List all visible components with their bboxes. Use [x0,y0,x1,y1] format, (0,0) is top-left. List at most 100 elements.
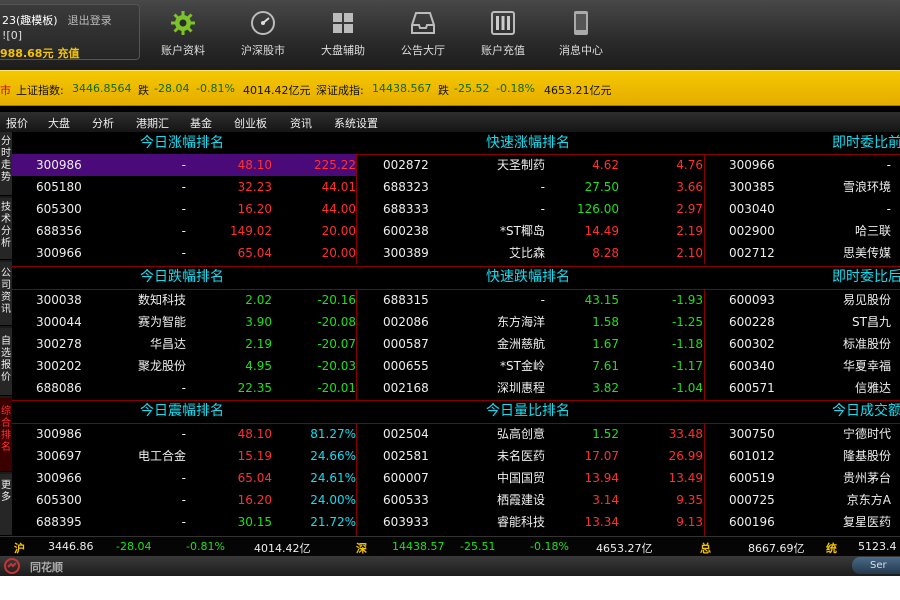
table-row[interactable]: 300986 - 48.10 225.22 [12,154,356,176]
menu-item[interactable]: 创业板 [234,115,267,131]
table-row[interactable]: 600571 信雅达 [705,377,900,399]
stock-code: 600228 [729,315,775,329]
table-row[interactable]: 300966 - [705,154,900,176]
table-row[interactable]: 300044 赛为智能 3.90 -20.08 [12,311,356,333]
table-row[interactable]: 688356 - 149.02 20.00 [12,220,356,242]
menu-item[interactable]: 分析 [92,115,114,131]
stock-code: 600196 [729,515,775,529]
panel-header[interactable]: 今日涨幅排名 [140,132,224,154]
table-row[interactable]: 300038 数知科技 2.02 -20.16 [12,289,356,311]
logout-link[interactable]: 退出登录 [68,14,112,27]
table-row[interactable]: 688395 - 30.15 21.72% [12,511,356,533]
menu-item[interactable]: 资讯 [290,115,312,131]
phone-icon [574,11,588,35]
table-row[interactable]: 605180 - 32.23 44.01 [12,176,356,198]
menu-item[interactable]: 大盘 [48,115,70,131]
table-row[interactable]: 300750 宁德时代 [705,423,900,445]
side-tab[interactable]: 分时走势 [0,132,12,196]
menu-bar: 报价 大盘 分析 港期汇 基金 创业板 资讯 系统设置 [0,112,900,132]
stock-pct: 24.61% [310,471,356,485]
inbox-icon [411,12,435,34]
table-row[interactable]: 002504 弘高创意 1.52 33.48 [357,423,704,445]
side-tab[interactable]: 自选报价 [0,328,12,396]
stock-price: 22.35 [237,381,272,395]
table-row[interactable]: 000725 京东方A [705,489,900,511]
side-tab-active[interactable]: 综合排名 [0,398,12,472]
stock-code: 300966 [36,471,82,485]
table-row[interactable]: 688333 - 126.00 2.97 [357,198,704,220]
nav-messages-button[interactable]: 消息中心 [546,10,616,64]
table-row[interactable]: 300986 - 48.10 81.27% [12,423,356,445]
recharge-link[interactable]: 充值 [57,47,79,60]
stock-code: 300966 [729,158,775,172]
stock-price: 1.67 [592,337,619,351]
panel-header[interactable]: 今日跌幅排名 [140,266,224,288]
status-bar: 沪 3446.86 -28.04 -0.81% 4014.42亿 深 14438… [0,536,900,556]
table-row[interactable]: 600340 华夏幸福 [705,355,900,377]
table-row[interactable]: 000587 金洲慈航 1.67 -1.18 [357,333,704,355]
stock-price: 3.90 [245,315,272,329]
side-tab[interactable]: 更多 [0,474,12,536]
table-row[interactable]: 600228 ST昌九 [705,311,900,333]
menu-item[interactable]: 报价 [6,115,28,131]
account-panel: 23(趣模板) 退出登录 ![0] 988.68元 充值 [0,4,140,60]
table-row[interactable]: 605300 - 16.20 44.00 [12,198,356,220]
panel-header[interactable]: 今日震幅排名 [140,400,224,422]
panel-header[interactable]: 今日成交额 [832,400,900,422]
panel-header[interactable]: 即时委比后 [832,266,900,288]
stock-code: 688356 [36,224,82,238]
table-row[interactable]: 002900 哈三联 [705,220,900,242]
table-row[interactable]: 601012 隆基股份 [705,445,900,467]
table-row[interactable]: 002168 深圳惠程 3.82 -1.04 [357,377,704,399]
panel-header[interactable]: 即时委比前 [832,132,900,154]
panel-header[interactable]: 快速跌幅排名 [486,266,570,288]
nav-market-assist-button[interactable]: 大盘辅助 [308,10,378,64]
table-row[interactable]: 000655 *ST金岭 7.61 -1.17 [357,355,704,377]
stock-pct: 24.66% [310,449,356,463]
table-row[interactable]: 600302 标准股份 [705,333,900,355]
table-row[interactable]: 300697 电工合金 15.19 24.66% [12,445,356,467]
table-row[interactable]: 600533 栖霞建设 3.14 9.35 [357,489,704,511]
status-sz-pct: -0.18% [530,540,569,553]
side-tab[interactable]: 公司资讯 [0,262,12,326]
table-row[interactable]: 603933 睿能科技 13.34 9.13 [357,511,704,533]
service-button[interactable]: Ser [852,557,900,574]
table-row[interactable]: 688323 - 27.50 3.66 [357,176,704,198]
index-ticker: 市 上证指数: 3446.8564 跌 -28.04 -0.81% 4014.4… [0,70,900,106]
table-row[interactable]: 300389 艾比森 8.28 2.10 [357,242,704,264]
menu-item[interactable]: 基金 [190,115,212,131]
table-row[interactable]: 002086 东方海洋 1.58 -1.25 [357,311,704,333]
menu-item[interactable]: 系统设置 [334,115,378,131]
panel-header[interactable]: 今日量比排名 [486,400,570,422]
table-row[interactable]: 002712 思美传媒 [705,242,900,264]
menu-item[interactable]: 港期汇 [136,115,169,131]
stock-name: - [181,427,186,441]
table-row[interactable]: 600007 中国国贸 13.94 13.49 [357,467,704,489]
table-row[interactable]: 600519 贵州茅台 [705,467,900,489]
table-row[interactable]: 688086 - 22.35 -20.01 [12,377,356,399]
nav-announcements-button[interactable]: 公告大厅 [388,10,458,64]
table-row[interactable]: 300966 - 65.04 20.00 [12,242,356,264]
table-row[interactable]: 688315 - 43.15 -1.93 [357,289,704,311]
table-row[interactable]: 300966 - 65.04 24.61% [12,467,356,489]
table-row[interactable]: 300278 华昌达 2.19 -20.07 [12,333,356,355]
stock-price: 3.14 [592,493,619,507]
side-tab[interactable]: 技术分析 [0,198,12,260]
table-row[interactable]: 600238 *ST椰岛 14.49 2.19 [357,220,704,242]
panel-header[interactable]: 快速涨幅排名 [486,132,570,154]
nav-market-button[interactable]: 沪深股市 [228,10,298,64]
table-row[interactable]: 600093 易见股份 [705,289,900,311]
table-row[interactable]: 300202 聚龙股份 4.95 -20.03 [12,355,356,377]
table-row[interactable]: 605300 - 16.20 24.00% [12,489,356,511]
table-row[interactable]: 600196 复星医药 [705,511,900,533]
nav-account-info-button[interactable]: 账户资料 [148,10,218,64]
nav-recharge-button[interactable]: 账户充值 [468,10,538,64]
table-row[interactable]: 003040 - [705,198,900,220]
stock-price: 126.00 [577,202,619,216]
stock-code: 601012 [729,449,775,463]
table-row[interactable]: 002872 天圣制药 4.62 4.76 [357,154,704,176]
table-row[interactable]: 300385 雪浪环境 [705,176,900,198]
status-sz-value: 14438.57 [392,540,445,553]
table-row[interactable]: 002581 未名医药 17.07 26.99 [357,445,704,467]
nav-label: 沪深股市 [241,44,285,57]
